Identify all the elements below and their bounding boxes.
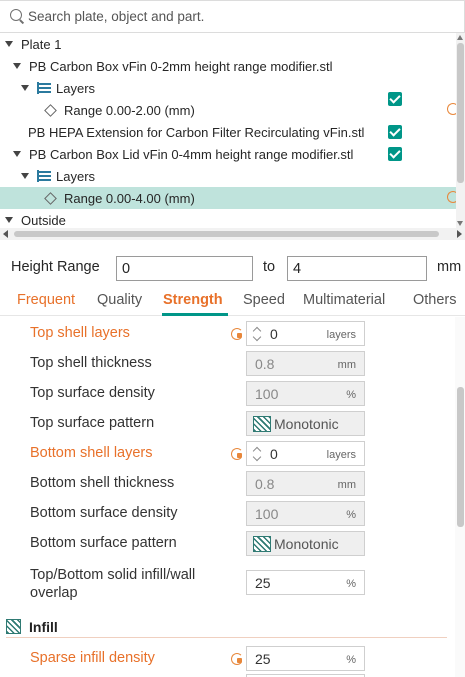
- scrollbar-thumb[interactable]: [457, 43, 464, 183]
- setting-label-solid-infill-wall-overlap: Top/Bottom solid infill/wall overlap: [30, 567, 196, 601]
- tab-speed[interactable]: Speed: [243, 292, 285, 308]
- bottom-surface-density-input[interactable]: 100 %: [246, 501, 365, 526]
- expand-arrow-icon[interactable]: [13, 63, 21, 69]
- scroll-left-icon[interactable]: [3, 230, 8, 238]
- object-name: PB HEPA Extension for Carbon Filter Reci…: [28, 124, 365, 140]
- tab-strength[interactable]: Strength: [163, 292, 223, 308]
- layers-label: Layers: [56, 80, 96, 96]
- tree-horizontal-scrollbar[interactable]: [0, 228, 465, 240]
- expand-arrow-icon[interactable]: [21, 85, 29, 91]
- layers-icon: [37, 82, 51, 94]
- infill-icon: [6, 619, 21, 634]
- layers-label: Layers: [56, 168, 96, 184]
- range-icon: [44, 103, 57, 117]
- top-shell-thickness-input[interactable]: 0.8 mm: [246, 351, 365, 376]
- layers-icon: [37, 170, 51, 182]
- setting-label-top-surface-pattern: Top surface pattern: [30, 415, 155, 431]
- outside-label: Outside: [21, 212, 66, 228]
- height-range-bar: Height Range to mm: [0, 250, 465, 290]
- spinner-arrows-icon[interactable]: [252, 325, 262, 343]
- sparse-infill-density-input[interactable]: 25 %: [246, 646, 365, 671]
- tree-row-object[interactable]: PB Carbon Box vFin 0-2mm height range mo…: [0, 55, 452, 77]
- range-label: Range 0.00-2.00 (mm): [64, 102, 195, 118]
- tree-row-layers[interactable]: Layers: [0, 77, 452, 99]
- setting-label-bottom-shell-thickness: Bottom shell thickness: [30, 475, 175, 491]
- top-surface-pattern-select[interactable]: Monotonic: [246, 411, 365, 436]
- settings-scrollbar[interactable]: [455, 317, 465, 677]
- search-icon: [10, 8, 26, 25]
- height-range-to-label: to: [263, 259, 276, 275]
- object-name: PB Carbon Box vFin 0-2mm height range mo…: [29, 58, 333, 74]
- tab-others[interactable]: Others: [413, 292, 457, 308]
- setting-label-bottom-shell-layers: Bottom shell layers: [30, 445, 153, 461]
- height-range-to-input[interactable]: [287, 256, 427, 281]
- scroll-down-icon[interactable]: [457, 221, 463, 226]
- reset-to-default-icon[interactable]: [231, 328, 243, 340]
- tree-row-plate[interactable]: Plate 1: [0, 33, 452, 55]
- expand-arrow-icon[interactable]: [5, 41, 13, 47]
- solid-infill-wall-overlap-input[interactable]: 25 %: [246, 570, 365, 595]
- height-range-unit: mm: [437, 259, 462, 275]
- setting-label-sparse-infill-density: Sparse infill density: [30, 650, 155, 666]
- plate-label: Plate 1: [21, 36, 62, 52]
- range-label: Range 0.00-4.00 (mm): [64, 190, 195, 206]
- tab-quality[interactable]: Quality: [97, 292, 142, 308]
- infill-section-title: Infill: [29, 618, 58, 635]
- scrollbar-thumb[interactable]: [457, 387, 464, 527]
- reset-to-default-icon[interactable]: [231, 653, 243, 665]
- range-icon: [44, 191, 57, 205]
- tree-row-outside[interactable]: Outside: [0, 209, 452, 228]
- height-range-from-input[interactable]: [116, 256, 253, 281]
- object-tree: Plate 1 PB Carbon Box vFin 0-2mm height …: [0, 33, 465, 228]
- expand-arrow-icon[interactable]: [21, 173, 29, 179]
- tree-row-object[interactable]: PB HEPA Extension for Carbon Filter Reci…: [0, 121, 452, 143]
- search-input[interactable]: [28, 9, 428, 24]
- bottom-surface-pattern-select[interactable]: Monotonic: [246, 531, 365, 556]
- scroll-right-icon[interactable]: [457, 230, 462, 238]
- infill-section-header: Infill: [6, 616, 447, 638]
- expand-arrow-icon[interactable]: [13, 151, 21, 157]
- tree-row-layers[interactable]: Layers: [0, 165, 452, 187]
- object-name: PB Carbon Box Lid vFin 0-4mm height rang…: [29, 146, 354, 162]
- monotonic-pattern-icon: [253, 416, 271, 432]
- bottom-shell-thickness-input[interactable]: 0.8 mm: [246, 471, 365, 496]
- tab-multimaterial[interactable]: Multimaterial: [303, 292, 385, 308]
- scroll-up-icon[interactable]: [457, 35, 463, 40]
- bottom-shell-layers-input[interactable]: 0 layers: [246, 441, 365, 466]
- tree-row-range-selected[interactable]: Range 0.00-4.00 (mm): [0, 187, 456, 209]
- setting-label-bottom-surface-pattern: Bottom surface pattern: [30, 535, 177, 551]
- scrollbar-thumb[interactable]: [14, 231, 439, 237]
- height-range-label: Height Range: [11, 259, 100, 275]
- spinner-arrows-icon[interactable]: [252, 445, 262, 463]
- object-visible-checkbox[interactable]: [388, 125, 402, 139]
- tree-vertical-scrollbar[interactable]: [456, 33, 465, 228]
- setting-label-top-surface-density: Top surface density: [30, 385, 155, 401]
- top-surface-density-input[interactable]: 100 %: [246, 381, 365, 406]
- strength-settings-panel: Top shell layers 0 layers Top shell thic…: [0, 317, 455, 677]
- settings-tabs: Frequent Quality Strength Speed Multimat…: [0, 288, 465, 316]
- setting-label-bottom-surface-density: Bottom surface density: [30, 505, 178, 521]
- active-tab-indicator: [162, 313, 228, 316]
- monotonic-pattern-icon: [253, 536, 271, 552]
- setting-label-top-shell-thickness: Top shell thickness: [30, 355, 152, 371]
- search-bar: [0, 0, 465, 33]
- reset-to-default-icon[interactable]: [231, 448, 243, 460]
- expand-arrow-icon[interactable]: [5, 217, 13, 223]
- tree-row-range[interactable]: Range 0.00-2.00 (mm): [0, 99, 452, 121]
- tab-frequent[interactable]: Frequent: [17, 292, 75, 308]
- tree-row-object[interactable]: PB Carbon Box Lid vFin 0-4mm height rang…: [0, 143, 452, 165]
- object-visible-checkbox[interactable]: [388, 147, 402, 161]
- setting-label-top-shell-layers: Top shell layers: [30, 325, 130, 341]
- top-shell-layers-input[interactable]: 0 layers: [246, 321, 365, 346]
